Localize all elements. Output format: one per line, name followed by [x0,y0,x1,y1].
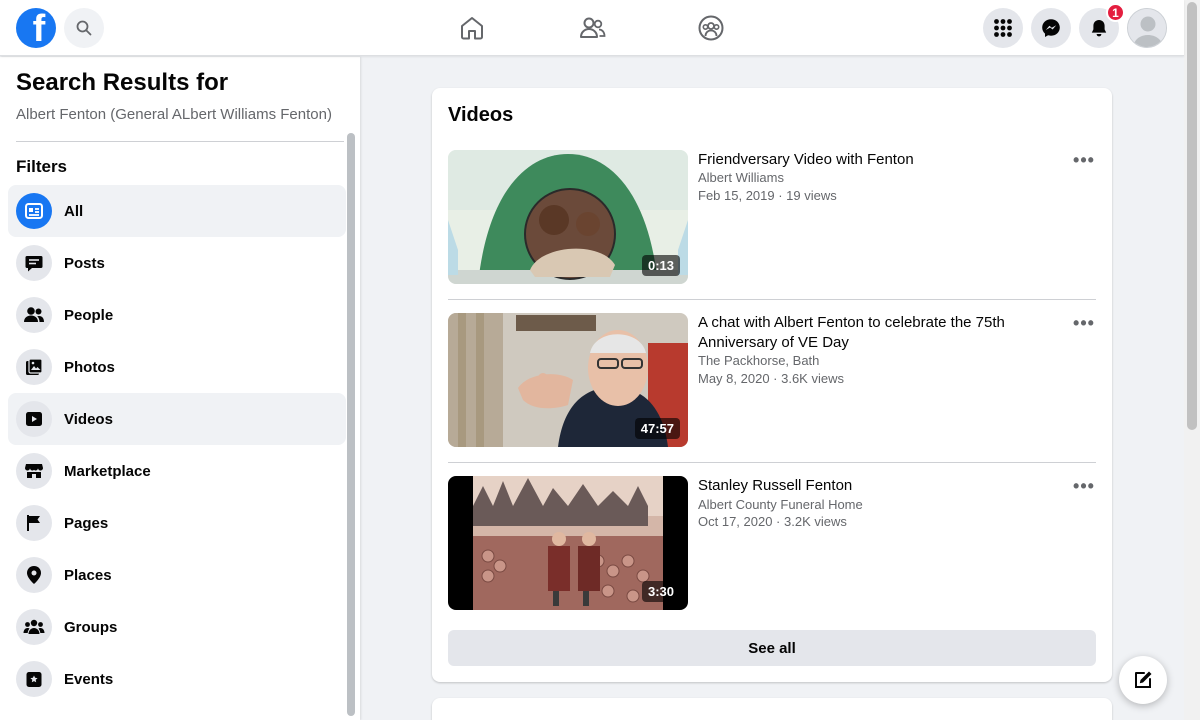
video-result[interactable]: 3:30 Stanley Russell Fenton Albert Count… [448,476,1096,626]
messenger-icon [1042,19,1060,37]
video-author[interactable]: Albert County Funeral Home [698,497,863,512]
menu-button[interactable] [983,8,1023,48]
filter-people[interactable]: People [8,289,346,341]
search-query: Albert Fenton (General ALbert Williams F… [16,106,332,123]
marketplace-icon [16,453,52,489]
filter-label: All [64,202,84,220]
calendar-star-icon [16,661,52,697]
next-results-card [432,698,1112,720]
location-pin-icon [16,557,52,593]
menu-grid-icon [994,19,1012,37]
facebook-logo[interactable]: f [16,8,56,48]
see-all-button[interactable]: See all [448,630,1096,666]
home-nav-button[interactable] [456,12,488,44]
filter-label: Pages [64,514,109,532]
filter-photos[interactable]: Photos [8,341,346,393]
compose-icon [1135,671,1152,688]
avatar[interactable] [1127,8,1167,48]
friends-icon [580,17,606,38]
people-icon [16,297,52,333]
notifications-button[interactable]: 1 [1079,3,1125,48]
video-meta: Feb 15, 2019 · 19 views [698,188,837,203]
video-result[interactable]: 47:57 A chat with Albert Fenton to celeb… [448,313,1096,463]
top-navigation-bar: f 1 [0,0,1184,56]
video-title[interactable]: Friendversary Video with Fenton [698,150,1038,170]
more-options-button[interactable]: ••• [1072,476,1096,496]
video-meta: May 8, 2020 · 3.6K views [698,371,844,386]
videos-heading: Videos [448,104,514,126]
video-duration: 3:30 [641,581,680,602]
video-result[interactable]: 0:13 Friendversary Video with Fenton Alb… [448,150,1096,300]
filter-list: All Posts People Photos Videos Marketpla… [8,185,346,705]
filter-events[interactable]: Events [8,653,346,705]
bell-icon [1091,20,1107,37]
logo-letter: f [32,8,46,48]
filter-label: Groups [64,618,118,636]
filter-all[interactable]: All [8,185,346,237]
filter-label: Marketplace [64,462,151,480]
video-author[interactable]: The Packhorse, Bath [698,353,819,368]
flag-icon [16,505,52,541]
filter-label: Places [64,566,112,584]
groups-icon [698,15,724,41]
more-options-button[interactable]: ••• [1072,313,1096,333]
divider [448,299,1096,300]
filter-label: Videos [64,410,113,428]
friends-nav-button[interactable] [576,12,608,44]
all-icon [16,193,52,229]
posts-icon [16,245,52,281]
sidebar-scrollbar[interactable] [347,133,355,716]
search-icon [76,20,92,36]
new-message-button[interactable] [1119,656,1167,704]
more-options-button[interactable]: ••• [1072,150,1096,170]
groups-nav-button[interactable] [695,12,727,44]
photos-icon [16,349,52,385]
filter-label: People [64,306,114,324]
search-filters-sidebar: Search Results for Albert Fenton (Genera… [0,57,360,720]
page-title: Search Results for [16,69,229,96]
video-thumbnail[interactable]: 3:30 [448,476,688,610]
videos-icon [16,401,52,437]
notification-badge: 1 [1106,3,1125,22]
groups-icon [16,609,52,645]
videos-results-card: Videos 0:13 Friendversary Video with Fen… [432,88,1112,682]
default-avatar-icon [1128,9,1166,47]
filter-label: Posts [64,254,105,272]
divider [448,462,1096,463]
filters-heading: Filters [16,157,68,176]
video-title[interactable]: A chat with Albert Fenton to celebrate t… [698,313,1038,353]
filter-places[interactable]: Places [8,549,346,601]
filter-pages[interactable]: Pages [8,497,346,549]
filter-videos[interactable]: Videos [8,393,346,445]
divider [16,141,344,142]
filter-label: Events [64,670,114,688]
page-scrollbar-thumb[interactable] [1187,2,1197,430]
video-thumbnail[interactable]: 47:57 [448,313,688,447]
video-meta: Oct 17, 2020 · 3.2K views [698,514,847,529]
search-button[interactable] [64,8,104,48]
filter-label: Photos [64,358,115,376]
video-duration: 0:13 [641,255,680,276]
filter-posts[interactable]: Posts [8,237,346,289]
page-scrollbar[interactable] [1184,0,1200,720]
video-author[interactable]: Albert Williams [698,170,784,185]
messenger-button[interactable] [1031,8,1071,48]
filter-groups[interactable]: Groups [8,601,346,653]
filter-marketplace[interactable]: Marketplace [8,445,346,497]
video-duration: 47:57 [634,418,680,439]
home-icon [461,17,483,40]
video-thumbnail[interactable]: 0:13 [448,150,688,284]
video-title[interactable]: Stanley Russell Fenton [698,476,1038,496]
